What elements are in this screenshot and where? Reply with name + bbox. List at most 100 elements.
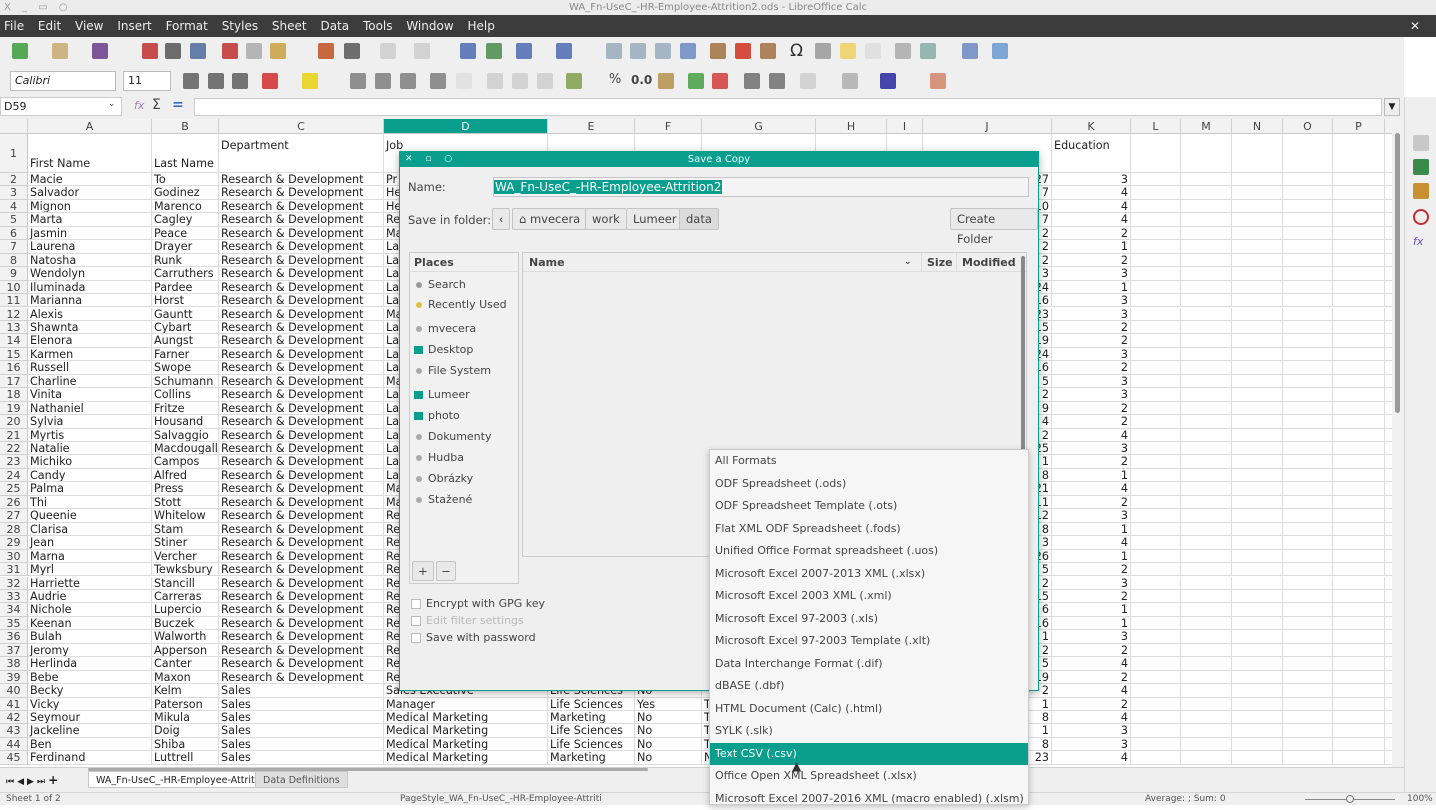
cell-a[interactable]: Charline xyxy=(28,374,152,389)
cell-o[interactable] xyxy=(1283,724,1333,738)
sort-chevron-icon[interactable]: ⌄ xyxy=(904,253,912,272)
cell-q[interactable] xyxy=(1385,711,1392,725)
cell-m[interactable] xyxy=(1181,630,1232,644)
cell-b[interactable]: Paterson xyxy=(152,697,219,711)
column-header-m[interactable]: M xyxy=(1181,119,1232,134)
cell-q[interactable] xyxy=(1385,267,1392,281)
cell-n[interactable] xyxy=(1232,482,1283,496)
cell-p[interactable] xyxy=(1333,751,1385,765)
cell-b[interactable]: Walworth xyxy=(152,630,219,644)
cell-c[interactable]: Research & Development xyxy=(219,253,384,268)
row-header[interactable]: 4 xyxy=(0,199,28,214)
cell-b[interactable]: Gauntt xyxy=(152,307,219,321)
cell-k[interactable]: 2 xyxy=(1052,697,1131,711)
number-format-button[interactable]: 0.0 xyxy=(631,73,652,87)
cell-n[interactable] xyxy=(1232,657,1283,671)
cell-k[interactable]: 1 xyxy=(1052,522,1131,537)
cell-c[interactable]: Research & Development xyxy=(219,643,384,658)
cell-a[interactable]: Nichole xyxy=(28,603,152,617)
cell-q[interactable] xyxy=(1385,173,1392,187)
row-header[interactable]: 36 xyxy=(0,630,28,644)
cell-n[interactable] xyxy=(1232,495,1283,510)
menu-format[interactable]: Format xyxy=(166,19,208,33)
cell-b[interactable]: Press xyxy=(152,482,219,496)
close-document-icon[interactable]: ✕ xyxy=(1410,15,1420,37)
cell-k[interactable]: 2 xyxy=(1052,401,1131,416)
file-type-option[interactable]: Data Interchange Format (.dif) xyxy=(710,653,1028,675)
cell-c[interactable]: Research & Development xyxy=(219,307,384,321)
cell-b[interactable]: Fritze xyxy=(152,401,219,416)
save-icon[interactable] xyxy=(92,43,108,59)
cell-n[interactable] xyxy=(1232,186,1283,200)
cell-k[interactable]: 2 xyxy=(1052,670,1131,685)
cell-c[interactable]: Sales xyxy=(219,724,384,738)
cell-e[interactable]: Marketing xyxy=(548,711,635,725)
file-type-option[interactable]: Text CSV (.csv) xyxy=(710,742,1028,765)
cell-q[interactable] xyxy=(1385,186,1392,200)
file-type-option[interactable]: Microsoft Excel 97-2003 (.xls) xyxy=(710,608,1028,630)
cell-l[interactable] xyxy=(1131,670,1181,685)
underline-icon[interactable] xyxy=(232,73,248,89)
cell-b[interactable]: Cagley xyxy=(152,213,219,227)
cell-c[interactable]: Research & Development xyxy=(219,495,384,510)
cell-q[interactable] xyxy=(1385,334,1392,348)
cell-b[interactable]: Maxon xyxy=(152,670,219,685)
cell-a[interactable]: Ben xyxy=(28,737,152,752)
cell-l[interactable] xyxy=(1131,737,1181,752)
row-header[interactable]: 8 xyxy=(0,253,28,268)
cell-l[interactable] xyxy=(1131,711,1181,725)
checkbox-box[interactable] xyxy=(411,599,421,609)
cell-o[interactable] xyxy=(1283,213,1333,227)
cell-b[interactable]: Godinez xyxy=(152,186,219,200)
file-type-option[interactable]: Microsoft Excel 2007-2013 XML (.xlsx) xyxy=(710,563,1028,585)
cell-b[interactable]: Housand xyxy=(152,415,219,429)
cell-k[interactable]: 3 xyxy=(1052,347,1131,362)
cell-f[interactable]: No xyxy=(635,711,702,725)
cell-d[interactable]: Medical Marketing xyxy=(384,751,548,765)
cell-l[interactable] xyxy=(1131,199,1181,214)
cell-a[interactable]: Seymour xyxy=(28,711,152,725)
path-data-button[interactable]: data xyxy=(679,208,719,230)
cell-b[interactable]: Stiner xyxy=(152,536,219,550)
column-icon[interactable] xyxy=(556,43,572,59)
cell-b[interactable]: Salvaggio xyxy=(152,428,219,442)
find-replace-icon[interactable] xyxy=(460,43,476,59)
special-character-icon[interactable]: Ω xyxy=(790,41,803,61)
cell-n[interactable] xyxy=(1232,253,1283,268)
cell-b[interactable]: Whitelow xyxy=(152,509,219,523)
place-item[interactable]: Obrázky xyxy=(414,472,473,485)
row-header[interactable]: 20 xyxy=(0,415,28,429)
cell-a[interactable]: Salvador xyxy=(28,186,152,200)
cell-p[interactable] xyxy=(1333,415,1385,429)
cell-o[interactable] xyxy=(1283,522,1333,537)
header-cell-c[interactable]: Department xyxy=(219,134,384,173)
row-header[interactable]: 34 xyxy=(0,603,28,617)
cell-m[interactable] xyxy=(1181,509,1232,523)
cell-b[interactable]: Doig xyxy=(152,724,219,738)
cell-q[interactable] xyxy=(1385,227,1392,241)
row-header[interactable]: 10 xyxy=(0,280,28,295)
row-header[interactable]: 27 xyxy=(0,509,28,523)
gallery-icon[interactable] xyxy=(1413,183,1429,199)
cell-b[interactable]: Stancill xyxy=(152,576,219,590)
file-type-option[interactable]: ODF Spreadsheet (.ods) xyxy=(710,473,1028,495)
last-sheet-icon[interactable]: ⏭ xyxy=(37,777,48,787)
column-header-k[interactable]: K xyxy=(1052,119,1131,134)
cell-o[interactable] xyxy=(1283,643,1333,658)
cell-m[interactable] xyxy=(1181,468,1232,483)
align-top-icon[interactable] xyxy=(487,73,503,89)
sort-icon[interactable] xyxy=(606,43,622,59)
cell-k[interactable]: 4 xyxy=(1052,428,1131,442)
cell-m[interactable] xyxy=(1181,307,1232,321)
sort-ascending-icon[interactable] xyxy=(630,43,646,59)
cell-c[interactable]: Research & Development xyxy=(219,173,384,187)
cell-p[interactable] xyxy=(1333,522,1385,537)
pivot-table-icon[interactable] xyxy=(760,43,776,59)
row-header[interactable]: 5 xyxy=(0,213,28,227)
place-item[interactable]: Hudba xyxy=(414,451,464,464)
cell-o[interactable] xyxy=(1283,711,1333,725)
cell-f[interactable]: No xyxy=(635,751,702,765)
cell-b[interactable]: Tewksbury xyxy=(152,563,219,577)
currency-format-icon[interactable] xyxy=(566,73,582,89)
cell-l[interactable] xyxy=(1131,482,1181,496)
